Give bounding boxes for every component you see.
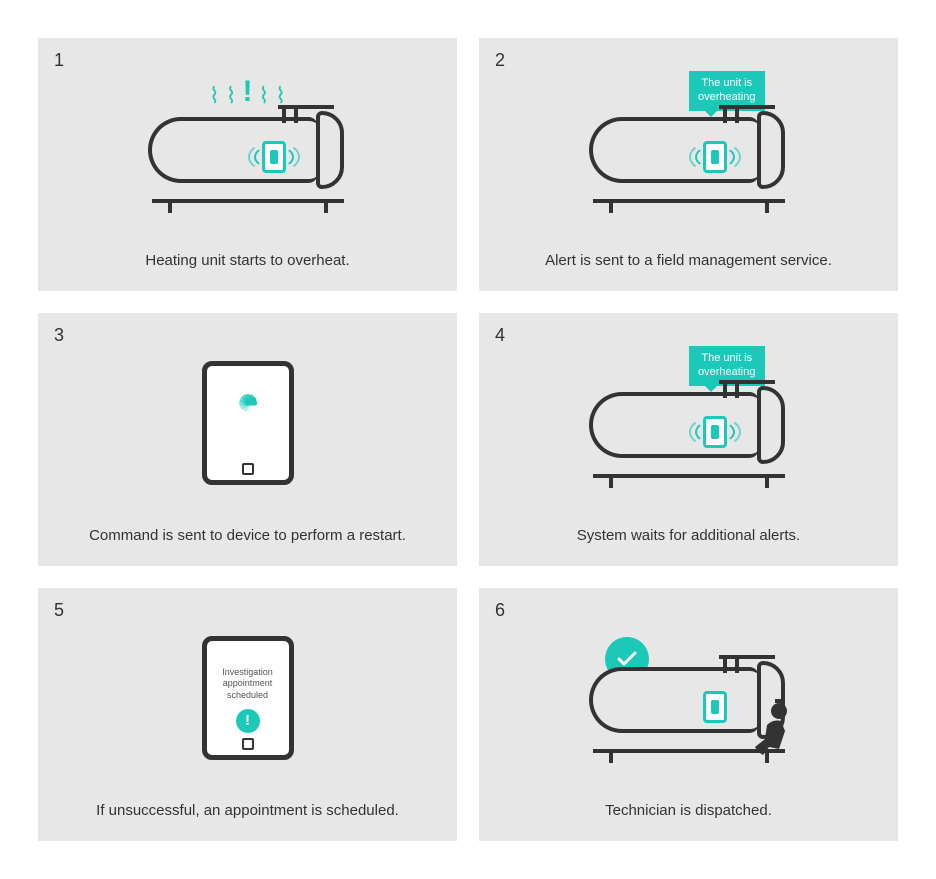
alert-vibration-icon: ⌇⌇ ! ⌇⌇ [209,77,286,107]
heating-unit-icon: The unit is overheating [579,358,799,488]
illustration-technician [497,602,880,794]
heating-unit-icon [579,633,799,763]
panel-1: 1 ⌇⌇ ! ⌇⌇ Heating unit starts to o [38,38,457,291]
heating-unit-icon: ⌇⌇ ! ⌇⌇ [138,83,358,213]
panel-caption: System waits for additional alerts. [497,519,880,548]
panel-5: 5 Investigation appointment scheduled ! … [38,588,457,841]
technician-icon [745,695,797,755]
callout-line2: overheating [698,366,756,378]
process-grid: 1 ⌇⌇ ! ⌇⌇ Heating unit starts to o [38,38,898,841]
illustration-appointment: Investigation appointment scheduled ! [56,602,439,794]
illustration-overheat: ⌇⌇ ! ⌇⌇ [56,52,439,244]
alert-badge-icon: ! [236,709,260,733]
panel-caption: Alert is sent to a field management serv… [497,244,880,273]
panel-caption: Heating unit starts to overheat. [56,244,439,273]
illustration-wait-alerts: The unit is overheating [497,327,880,519]
panel-2: 2 The unit is overheating Alert is sent … [479,38,898,291]
panel-caption: Technician is dispatched. [497,794,880,823]
spinner-icon [226,401,270,445]
heating-unit-icon: The unit is overheating [579,83,799,213]
panel-caption: If unsuccessful, an appointment is sched… [56,794,439,823]
callout-line1: The unit is [701,77,752,89]
sensor-icon [703,691,727,723]
panel-4: 4 The unit is overheating System waits f… [479,313,898,566]
sensor-icon [262,141,286,173]
callout-line1: The unit is [701,352,752,364]
sensor-icon [703,141,727,173]
tablet-message: Investigation appointment scheduled [216,667,279,701]
tablet-icon [202,361,294,485]
tablet-icon: Investigation appointment scheduled ! [202,636,294,760]
illustration-restart-command [56,327,439,519]
panel-3: 3 Command is sent to device to perform a… [38,313,457,566]
sensor-icon [703,416,727,448]
illustration-alert-sent: The unit is overheating [497,52,880,244]
panel-caption: Command is sent to device to perform a r… [56,519,439,548]
panel-6: 6 [479,588,898,841]
callout-line2: overheating [698,91,756,103]
